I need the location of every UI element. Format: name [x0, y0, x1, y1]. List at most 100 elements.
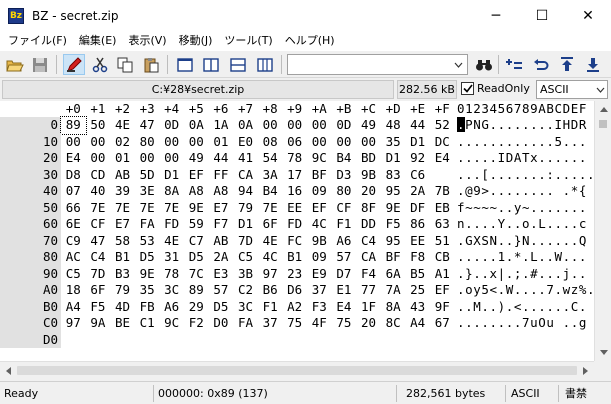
hex-byte[interactable]: 80 [332, 183, 357, 200]
hex-byte[interactable]: 8A [381, 299, 406, 316]
hex-byte[interactable]: C1 [135, 315, 160, 332]
ascii-text[interactable]: ..M..).<......C. [457, 299, 587, 316]
add-jump-button[interactable] [503, 54, 525, 75]
hex-byte[interactable]: EE [405, 233, 430, 250]
hex-byte[interactable]: 39 [110, 183, 135, 200]
ascii-text[interactable]: .....IDATx...... [457, 150, 587, 167]
scroll-up-arrow[interactable] [595, 101, 611, 118]
hex-byte[interactable]: F5 [86, 299, 111, 316]
hex-byte[interactable]: 01 [209, 134, 234, 151]
hex-byte[interactable]: CA [356, 249, 381, 266]
hex-byte[interactable]: 67 [430, 315, 455, 332]
hex-byte[interactable]: 9C [307, 150, 332, 167]
hex-byte[interactable]: C9 [61, 233, 86, 250]
hex-byte[interactable]: 4E [110, 117, 135, 134]
view-split-horizontal-button[interactable] [227, 54, 249, 75]
hex-byte[interactable]: C6 [405, 167, 430, 184]
menu-help[interactable]: ヘルプ(H) [279, 31, 341, 51]
hex-byte[interactable]: D6 [282, 282, 307, 299]
hex-byte[interactable]: D1 [159, 167, 184, 184]
open-folder-button[interactable] [4, 54, 26, 75]
hex-byte[interactable]: 00 [159, 134, 184, 151]
hex-byte[interactable]: BF [381, 249, 406, 266]
ascii-text[interactable]: ........7uOu ..g [457, 315, 587, 332]
hex-row[interactable]: D0 [0, 331, 594, 348]
hex-byte[interactable]: 3A [258, 167, 283, 184]
ascii-text[interactable]: .....1.*.L..W... [457, 249, 587, 266]
hex-byte[interactable]: 00 [307, 134, 332, 151]
ascii-text[interactable]: .GXSN..}N......Q [457, 233, 587, 250]
hex-byte[interactable]: 37 [258, 315, 283, 332]
hex-byte[interactable]: EF [184, 167, 209, 184]
hex-byte[interactable]: D1 [233, 216, 258, 233]
hex-byte[interactable]: 66 [61, 200, 86, 217]
hex-byte[interactable]: 78 [282, 150, 307, 167]
hex-byte[interactable]: BE [110, 315, 135, 332]
hex-byte[interactable]: 43 [405, 299, 430, 316]
menu-jump[interactable]: 移動(J) [173, 31, 219, 51]
hex-byte[interactable]: F1 [332, 216, 357, 233]
hex-byte[interactable]: CD [86, 167, 111, 184]
hex-byte[interactable]: DD [356, 216, 381, 233]
hex-byte[interactable]: EF [307, 200, 332, 217]
ascii-text[interactable]: .oy5<.W....7.wz%. [457, 282, 594, 299]
hex-byte[interactable]: D7 [332, 266, 357, 283]
hex-byte[interactable]: B1 [110, 249, 135, 266]
hex-byte[interactable]: 44 [209, 150, 234, 167]
hex-byte[interactable]: 0D [332, 117, 357, 134]
hex-byte[interactable]: 9A [86, 315, 111, 332]
menu-edit[interactable]: 編集(E) [73, 31, 123, 51]
back-jump-button[interactable] [530, 54, 552, 75]
hex-byte[interactable]: 92 [405, 150, 430, 167]
hex-byte[interactable]: A4 [405, 315, 430, 332]
hex-byte[interactable]: 9E [381, 200, 406, 217]
hex-byte[interactable]: 25 [405, 282, 430, 299]
hex-byte[interactable]: 7E [86, 200, 111, 217]
hex-byte[interactable]: FD [159, 216, 184, 233]
hex-byte[interactable]: A8 [184, 183, 209, 200]
hex-byte[interactable]: 41 [233, 150, 258, 167]
hex-byte[interactable]: CB [430, 249, 455, 266]
hex-byte[interactable]: 4E [258, 233, 283, 250]
find-button[interactable] [473, 54, 495, 75]
hex-byte[interactable]: F3 [307, 299, 332, 316]
hex-byte[interactable]: 95 [381, 233, 406, 250]
hex-byte[interactable]: 7D [233, 233, 258, 250]
hex-byte[interactable]: F4 [356, 266, 381, 283]
hex-byte[interactable]: 4C [307, 216, 332, 233]
hex-byte[interactable]: 9F [430, 299, 455, 316]
hex-byte[interactable]: A8 [209, 183, 234, 200]
hex-byte[interactable]: AB [209, 233, 234, 250]
hex-byte[interactable]: 59 [184, 216, 209, 233]
hex-byte[interactable]: EF [430, 282, 455, 299]
hex-byte[interactable]: 80 [135, 134, 160, 151]
menu-tools[interactable]: ツール(T) [218, 31, 278, 51]
hex-byte[interactable]: 94 [233, 183, 258, 200]
hex-byte[interactable]: 6F [258, 216, 283, 233]
hex-byte[interactable]: B6 [258, 282, 283, 299]
hex-byte[interactable]: 00 [356, 134, 381, 151]
hex-byte[interactable]: 95 [381, 183, 406, 200]
hex-row[interactable]: 40 07 40 39 3E 8A A8 A8 94 B4 16 09 80 20 95 2A 7B .@9>..… [0, 183, 594, 200]
hex-byte[interactable]: AB [110, 167, 135, 184]
hex-byte[interactable]: 9E [184, 200, 209, 217]
hex-byte[interactable]: 17 [282, 167, 307, 184]
horizontal-scrollbar[interactable] [0, 361, 594, 378]
down-jump-button[interactable] [582, 54, 604, 75]
hex-byte[interactable]: 08 [258, 134, 283, 151]
hex-byte[interactable]: B4 [332, 150, 357, 167]
hex-byte[interactable]: A2 [282, 299, 307, 316]
hex-byte[interactable]: 9C [159, 315, 184, 332]
hex-view[interactable]: +0 +1 +2 +3 +4 +5 +6 +7 +8 +9 +A +B +C +D +E +F 01234567… [0, 101, 594, 361]
hex-byte[interactable]: A1 [430, 266, 455, 283]
hex-byte[interactable]: 8F [356, 200, 381, 217]
hex-byte[interactable]: 63 [430, 216, 455, 233]
encoding-select[interactable]: ASCII [536, 80, 608, 99]
hex-byte[interactable]: 75 [282, 315, 307, 332]
hex-row[interactable]: C0 97 9A BE C1 9C F2 D0 FA 37 75 4F 75 20 8C A4 67......… [0, 315, 594, 332]
hex-byte[interactable]: 7A [381, 282, 406, 299]
hex-byte[interactable]: D5 [184, 249, 209, 266]
horizontal-scroll-thumb[interactable] [17, 366, 577, 375]
hex-byte[interactable]: B5 [405, 266, 430, 283]
hex-byte[interactable]: 47 [135, 117, 160, 134]
